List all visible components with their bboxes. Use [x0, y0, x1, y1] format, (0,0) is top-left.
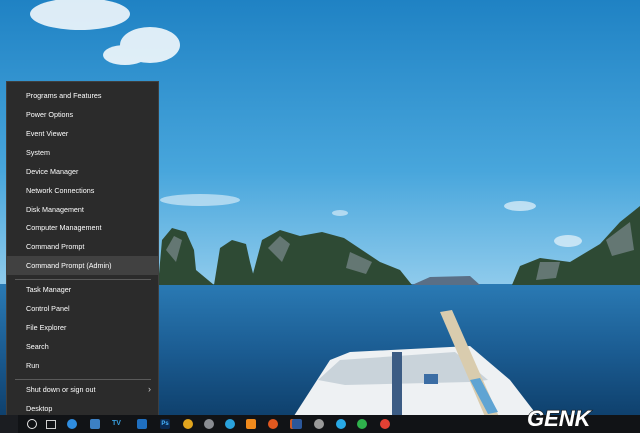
store-icon[interactable]	[90, 419, 100, 429]
tv-icon[interactable]: TV	[112, 419, 126, 429]
menu-item-task-manager[interactable]: Task Manager	[7, 280, 158, 299]
menu-item-label: Shut down or sign out	[26, 385, 96, 394]
menu-item-disk-management[interactable]: Disk Management	[7, 200, 158, 219]
menu-item-command-prompt[interactable]: Command Prompt	[7, 237, 158, 256]
winx-menu: Programs and Features Power Options Even…	[6, 81, 159, 422]
mail-icon[interactable]	[137, 419, 147, 429]
chrome-icon[interactable]	[380, 419, 390, 429]
firefox-icon[interactable]	[268, 419, 278, 429]
word-icon[interactable]	[292, 419, 302, 429]
chevron-right-icon: ›	[148, 384, 151, 394]
menu-item-run[interactable]: Run	[7, 356, 158, 375]
menu-item-system[interactable]: System	[7, 143, 158, 162]
vlc-icon[interactable]	[246, 419, 256, 429]
menu-item-programs-and-features[interactable]: Programs and Features	[7, 86, 158, 105]
hangouts-icon[interactable]	[357, 419, 367, 429]
start-button[interactable]	[0, 415, 18, 433]
menu-item-event-viewer[interactable]: Event Viewer	[7, 124, 158, 143]
menu-item-device-manager[interactable]: Device Manager	[7, 162, 158, 181]
menu-item-shut-down-or-sign-out[interactable]: Shut down or sign out ›	[7, 380, 158, 399]
genk-logo-text: GENK	[527, 406, 593, 430]
menu-item-control-panel[interactable]: Control Panel	[7, 299, 158, 318]
menu-item-file-explorer[interactable]: File Explorer	[7, 318, 158, 337]
menu-item-command-prompt-admin[interactable]: Command Prompt (Admin)	[7, 256, 158, 275]
chrome-canary-icon[interactable]	[183, 419, 193, 429]
menu-item-computer-management[interactable]: Computer Management	[7, 218, 158, 237]
edge-icon[interactable]	[67, 419, 77, 429]
genk-logo: GENK	[527, 406, 593, 430]
steam-icon[interactable]	[204, 419, 214, 429]
cortana-icon[interactable]	[27, 419, 37, 429]
menu-item-power-options[interactable]: Power Options	[7, 105, 158, 124]
task-view-icon[interactable]	[46, 420, 56, 429]
skype-icon[interactable]	[336, 419, 346, 429]
photoshop-icon[interactable]: Ps	[160, 419, 170, 429]
telegram-icon[interactable]	[225, 419, 235, 429]
settings-icon[interactable]	[314, 419, 324, 429]
menu-item-network-connections[interactable]: Network Connections	[7, 181, 158, 200]
menu-item-search[interactable]: Search	[7, 337, 158, 356]
